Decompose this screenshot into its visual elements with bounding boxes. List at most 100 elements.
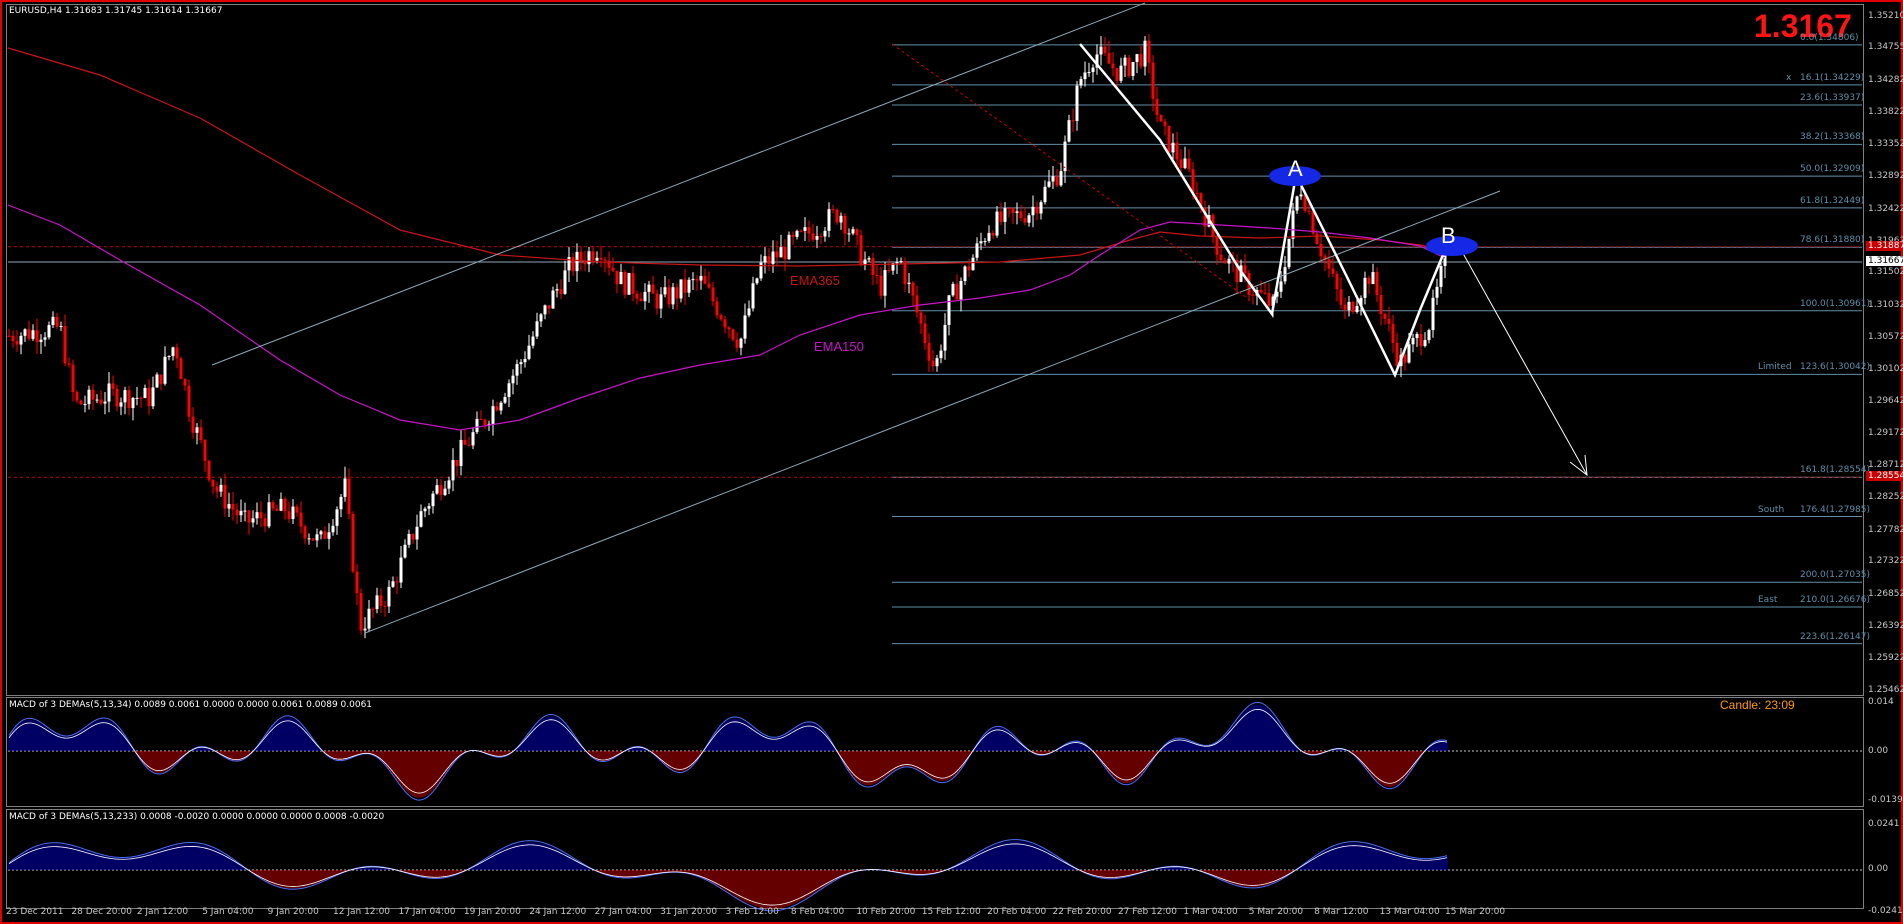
candle-body [1131,61,1135,76]
candle-body [647,284,651,292]
candle-body [963,266,967,281]
candle-body [1059,171,1063,186]
ema150-line [7,204,1446,431]
candle-body [1135,54,1139,62]
candle-body [391,581,395,587]
candle-body [543,305,547,315]
candle-body [203,440,207,461]
candle-body [1123,57,1127,66]
candle-body [947,295,951,325]
candle-body [883,270,887,296]
candle-body [743,315,747,339]
candle-body [71,364,75,393]
candle-body [63,326,67,364]
candle-body [663,287,667,295]
candle-body [311,538,315,541]
macd-slow-scale-tick: -0.0241 [1868,906,1903,916]
price-tick: 1.30572 [1868,331,1903,342]
time-tick: 28 Dec 20:00 [71,907,132,917]
candle-body [1023,218,1027,223]
candle-body [1079,79,1083,86]
candle-body [1363,277,1367,298]
candle-body [439,485,443,495]
macd-slow-scale-tick: 0.0241 [1868,819,1900,829]
candle-body [1183,158,1187,168]
candle-body [739,338,743,348]
candle-body [503,396,507,403]
candle-timer: Candle: 23:09 [1720,698,1795,712]
fib-level-label: 100.0(1.30961) [1800,298,1871,309]
candle-body [779,247,783,258]
candle-body [635,293,639,299]
candle-body [935,358,939,367]
fib-level-label: 38.2(1.33368) [1800,132,1865,143]
time-tick: 31 Jan 20:00 [660,907,718,917]
candle-body [899,261,903,263]
candle-body [823,230,827,237]
candle-body [1067,120,1071,142]
candle-body [119,402,123,407]
time-tick: 19 Jan 20:00 [463,907,521,917]
fib-level-label: 200.0(1.27035) [1800,570,1871,581]
fib-zone-tag: East [1758,595,1778,606]
candle-body [1175,142,1179,160]
candle-body [1039,202,1043,214]
projection-arrow-line [1459,247,1588,476]
projection-arrowhead [1569,454,1588,477]
candle-body [43,337,47,340]
candle-body [463,439,467,445]
candle-body [603,259,607,261]
candle-body [571,257,575,272]
time-tick: 17 Jan 04:00 [398,907,456,917]
candle-body [343,478,347,497]
candle-body [799,230,803,232]
candle-body [907,282,911,284]
candle-body [679,279,683,299]
candle-body [167,356,171,358]
candle-body [659,294,663,309]
candle-body [1335,273,1339,290]
candle-body [1179,159,1183,168]
chart-canvas[interactable] [0,0,1903,924]
symbol-header: EURUSD,H4 1.31683 1.31745 1.31614 1.3166… [9,6,223,16]
candle-body [875,275,879,277]
candle-body [1015,211,1019,213]
candle-body [811,233,815,240]
candle-body [1299,194,1303,197]
candle-body [379,595,383,606]
candle-body [223,484,227,509]
candle-body [159,374,163,384]
candle-body [599,257,603,260]
fib-zone-tag: Limited [1758,362,1792,373]
fib-level-label: 210.0(1.26676) [1800,595,1871,606]
candle-body [855,229,859,236]
candle-body [975,243,979,258]
candle-body [219,484,223,492]
candle-body [967,266,971,271]
candle-body [803,227,807,231]
fib-zone-tag: South [1758,504,1785,515]
candle-body [1419,333,1423,347]
candle-body [835,209,839,223]
candle-body [399,557,403,583]
macd-fast-header: MACD of 3 DEMAs(5,13,34) 0.0089 0.0061 0… [9,700,373,710]
candle-body [675,287,679,299]
candle-body [903,261,907,284]
candle-body [655,293,659,309]
candle-body [595,257,599,261]
candle-body [555,289,559,291]
candle-body [1087,72,1091,74]
price-tick: 1.34755 [1868,42,1903,53]
candle-body [755,278,759,284]
candle-body [691,279,695,281]
candle-body [927,343,931,361]
candle-body [1019,211,1023,219]
ema150-label: EMA150 [814,339,864,354]
price-tick: 1.28252 [1868,492,1903,503]
price-tick: 1.25462 [1868,685,1903,695]
candle-body [15,341,19,345]
candle-body [323,531,327,539]
candle-body [1279,281,1283,292]
macd-slow-scale-tick: 0.00 [1868,864,1889,874]
candle-body [1331,268,1335,274]
